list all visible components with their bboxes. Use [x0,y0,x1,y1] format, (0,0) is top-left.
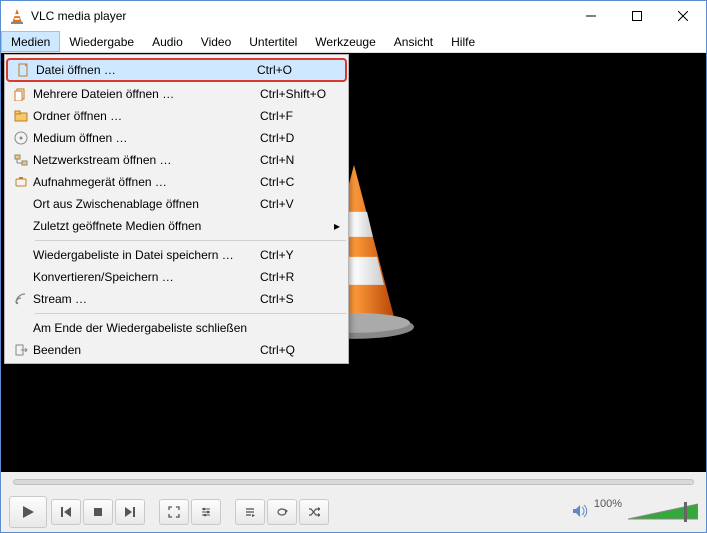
maximize-button[interactable] [614,1,660,31]
menu-item-open-multiple[interactable]: Mehrere Dateien öffnen … Ctrl+Shift+O [5,83,348,105]
window-title: VLC media player [31,9,126,23]
disc-icon [9,131,33,145]
folder-icon [9,109,33,123]
menu-separator [35,313,346,314]
menubar: Medien Wiedergabe Audio Video Untertitel… [1,31,706,53]
titlebar: VLC media player [1,1,706,31]
volume-slider[interactable] [628,502,698,522]
menu-item-open-file[interactable]: Datei öffnen … Ctrl+O [6,58,347,82]
menu-item-open-clipboard[interactable]: Ort aus Zwischenablage öffnen Ctrl+V [5,193,348,215]
menu-item-label: Ordner öffnen … [33,109,260,123]
loop-button[interactable] [267,499,297,525]
menu-item-open-capture[interactable]: Aufnahmegerät öffnen … Ctrl+C [5,171,348,193]
menu-item-shortcut: Ctrl+D [260,131,340,145]
menu-item-stream[interactable]: Stream … Ctrl+S [5,288,348,310]
menu-ansicht[interactable]: Ansicht [385,31,442,52]
shuffle-button[interactable] [299,499,329,525]
fullscreen-button[interactable] [159,499,189,525]
playlist-button[interactable] [235,499,265,525]
menu-item-label: Medium öffnen … [33,131,260,145]
menu-medien[interactable]: Medien [1,31,60,52]
menu-item-label: Beenden [33,343,260,357]
menu-item-label: Netzwerkstream öffnen … [33,153,260,167]
app-window: VLC media player Medien Wiedergabe Audio… [0,0,707,533]
menu-item-shortcut: Ctrl+Shift+O [260,87,340,101]
menu-item-quit[interactable]: Beenden Ctrl+Q [5,339,348,361]
minimize-button[interactable] [568,1,614,31]
menu-item-convert[interactable]: Konvertieren/Speichern … Ctrl+R [5,266,348,288]
files-icon [9,87,33,101]
menu-audio[interactable]: Audio [143,31,192,52]
volume-area: 100% [572,502,698,522]
menu-untertitel[interactable]: Untertitel [240,31,306,52]
menu-separator [35,240,346,241]
extended-settings-button[interactable] [191,499,221,525]
menu-item-label: Am Ende der Wiedergabeliste schließen [33,321,340,335]
playback-controls: 100% [1,492,706,532]
menu-item-recent[interactable]: Zuletzt geöffnete Medien öffnen ▸ [5,215,348,237]
speaker-icon[interactable] [572,503,588,522]
menu-item-quit-after[interactable]: Am Ende der Wiedergabeliste schließen [5,317,348,339]
network-icon [9,153,33,167]
menu-video[interactable]: Video [192,31,240,52]
stream-icon [9,292,33,306]
menu-item-shortcut: Ctrl+S [260,292,340,306]
menu-item-label: Aufnahmegerät öffnen … [33,175,260,189]
menu-item-label: Datei öffnen … [36,63,257,77]
menu-item-shortcut: Ctrl+R [260,270,340,284]
menu-item-save-playlist[interactable]: Wiedergabeliste in Datei speichern … Ctr… [5,244,348,266]
capture-icon [9,175,33,189]
menu-item-label: Mehrere Dateien öffnen … [33,87,260,101]
menu-item-shortcut: Ctrl+Q [260,343,340,357]
menu-item-shortcut: Ctrl+V [260,197,340,211]
menu-item-label: Wiedergabeliste in Datei speichern … [33,248,260,262]
menu-wiedergabe[interactable]: Wiedergabe [60,31,143,52]
next-button[interactable] [115,499,145,525]
window-controls [568,1,706,31]
menu-item-label: Ort aus Zwischenablage öffnen [33,197,260,211]
menu-hilfe[interactable]: Hilfe [442,31,484,52]
menu-item-shortcut: Ctrl+F [260,109,340,123]
file-icon [12,63,36,77]
medien-dropdown: Datei öffnen … Ctrl+O Mehrere Dateien öf… [4,54,349,364]
volume-label: 100% [594,498,622,510]
menu-item-shortcut: Ctrl+O [257,63,337,77]
menu-item-label: Konvertieren/Speichern … [33,270,260,284]
quit-icon [9,343,33,357]
play-button[interactable] [9,496,47,528]
menu-item-shortcut: Ctrl+Y [260,248,340,262]
submenu-arrow-icon: ▸ [334,219,340,233]
menu-item-label: Zuletzt geöffnete Medien öffnen [33,219,340,233]
menu-item-open-network[interactable]: Netzwerkstream öffnen … Ctrl+N [5,149,348,171]
menu-item-open-folder[interactable]: Ordner öffnen … Ctrl+F [5,105,348,127]
seek-slider[interactable] [13,479,694,485]
stop-button[interactable] [83,499,113,525]
menu-item-open-disc[interactable]: Medium öffnen … Ctrl+D [5,127,348,149]
menu-item-label: Stream … [33,292,260,306]
seek-bar-area [1,472,706,492]
previous-button[interactable] [51,499,81,525]
menu-werkzeuge[interactable]: Werkzeuge [306,31,384,52]
menu-item-shortcut: Ctrl+C [260,175,340,189]
menu-item-shortcut: Ctrl+N [260,153,340,167]
app-icon [9,8,25,24]
close-button[interactable] [660,1,706,31]
